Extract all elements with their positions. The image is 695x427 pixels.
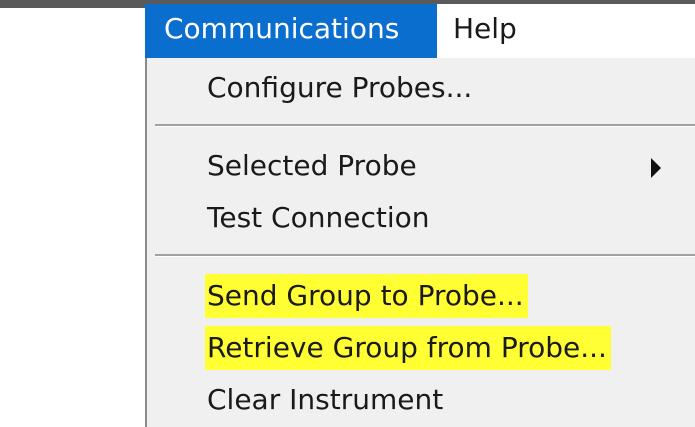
menu-item-clear-instrument[interactable]: Clear Instrument	[205, 378, 447, 422]
menu-item-configure-probes[interactable]: Configure Probes...	[205, 66, 476, 110]
menu-item-label: Selected Probe	[207, 149, 417, 182]
menu-separator	[155, 124, 695, 127]
menu-communications[interactable]: Communications	[145, 4, 437, 58]
menu-item-selected-probe[interactable]: Selected Probe	[205, 144, 685, 188]
menu-item-label: Retrieve Group from Probe...	[205, 326, 611, 370]
menu-item-label: Test Connection	[207, 201, 430, 234]
menu-item-test-connection[interactable]: Test Connection	[205, 196, 433, 240]
menu-item-label: Clear Instrument	[207, 383, 444, 416]
menu-item-send-group-to-probe[interactable]: Send Group to Probe...	[205, 274, 528, 318]
menu-separator	[155, 254, 695, 257]
menu-item-label: Configure Probes...	[207, 71, 473, 104]
chevron-right-icon	[651, 158, 661, 178]
menu-bar: Communications Help	[145, 4, 695, 58]
communications-dropdown-menu: Configure Probes... Selected Probe Test …	[145, 58, 695, 427]
menu-help[interactable]: Help	[437, 4, 536, 58]
menu-item-retrieve-group-from-probe[interactable]: Retrieve Group from Probe...	[205, 326, 611, 370]
menu-item-label: Send Group to Probe...	[205, 274, 528, 318]
